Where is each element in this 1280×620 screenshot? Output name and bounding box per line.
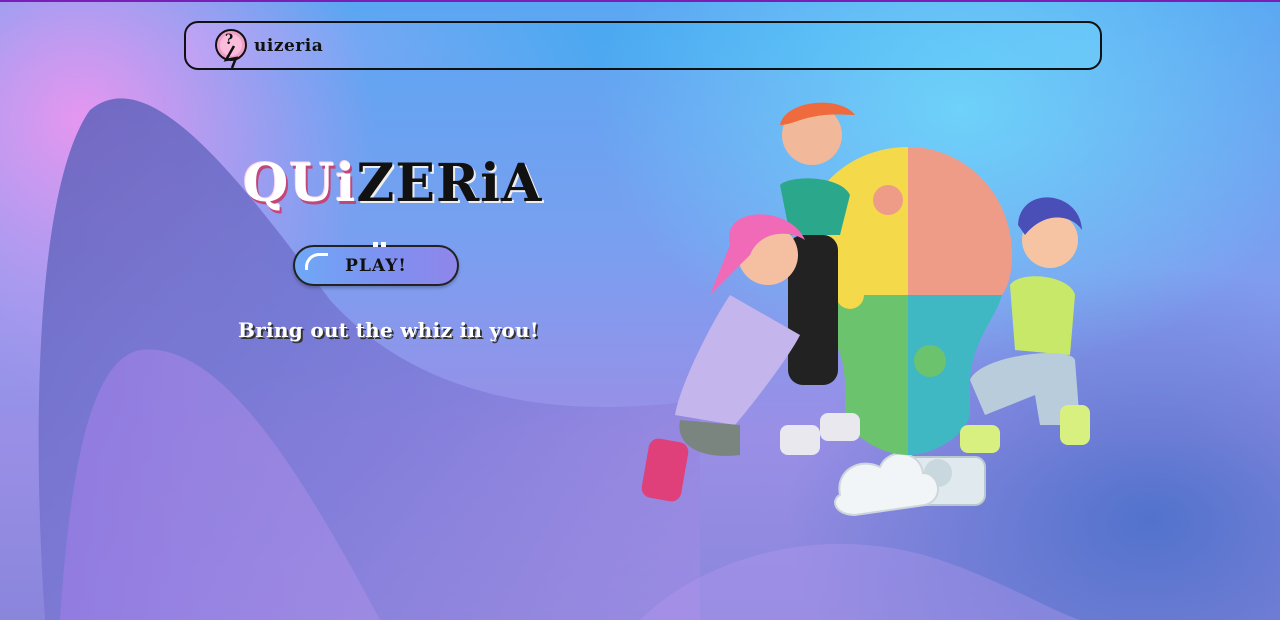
- tagline: Bring out the whiz in you!: [238, 318, 539, 342]
- button-gloss: [305, 253, 328, 270]
- play-button-label: PLAY!: [345, 255, 407, 276]
- play-button[interactable]: PLAY!: [293, 242, 459, 286]
- character-pink-girl: [641, 214, 805, 502]
- quiz-logo-icon[interactable]: ?: [212, 26, 252, 68]
- brand-title-dark: ZERiA: [356, 153, 543, 214]
- logo-text[interactable]: uizeria: [254, 36, 323, 56]
- brand-title-light: QUi: [243, 153, 357, 214]
- button-sparkle-icon: [373, 242, 386, 247]
- team-puzzle-lightbulb-illustration: [641, 102, 1090, 517]
- svg-text:?: ?: [225, 32, 233, 48]
- brand-title: QUiZERiA: [243, 158, 542, 210]
- top-navbar: ? uizeria: [184, 21, 1102, 70]
